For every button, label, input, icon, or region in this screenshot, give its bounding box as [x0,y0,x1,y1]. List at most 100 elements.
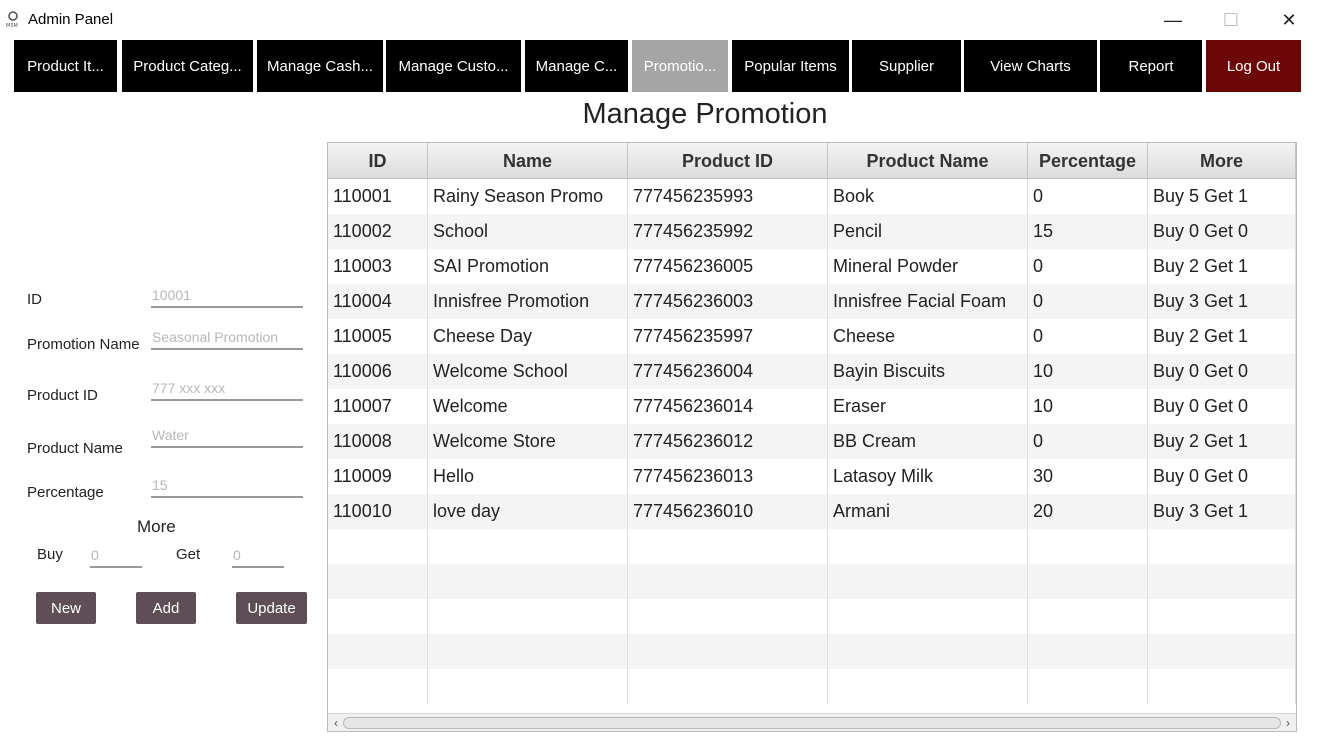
table-row[interactable]: 110002 School 777456235992 Pencil 15 Buy 0 Ge… [328,214,1296,249]
table-cell: 777456236003 [628,284,828,319]
empty-table-cell [428,564,628,599]
empty-table-cell [1028,634,1148,669]
nav-product-items[interactable]: Product It... [14,40,117,92]
table-cell: Innisfree Facial Foam [828,284,1028,319]
table-cell: 110002 [328,214,428,249]
chevron-right-icon[interactable]: › [1281,715,1295,731]
table-row[interactable]: 110006 Welcome School 777456236004 Bayin Bi… [328,354,1296,389]
nav-report[interactable]: Report [1100,40,1202,92]
nav-supplier[interactable]: Supplier [852,40,961,92]
empty-table-cell [1148,634,1296,669]
percentage-field[interactable] [151,474,303,498]
table-cell: 777456236013 [628,459,828,494]
table-cell: Buy 0 Get 0 [1148,214,1296,249]
table-cell: Buy 5 Get 1 [1148,179,1296,214]
table-cell: 110007 [328,389,428,424]
empty-table-cell [428,529,628,564]
empty-table-cell [628,564,828,599]
column-header-name[interactable]: Name [428,143,628,179]
table-cell: 110006 [328,354,428,389]
table-cell: 777456235992 [628,214,828,249]
table-row[interactable]: 110010 love day 777456236010 Armani 20 Buy 3 … [328,494,1296,529]
table-cell: Buy 2 Get 1 [1148,249,1296,284]
table-cell: Rainy Season Promo [428,179,628,214]
empty-table-cell [1148,669,1296,704]
column-header-percentage[interactable]: Percentage [1028,143,1148,179]
more-label: More [137,517,176,536]
get-field[interactable] [232,544,284,568]
table-cell: Buy 3 Get 1 [1148,284,1296,319]
column-header-product-name[interactable]: Product Name [828,143,1028,179]
table-cell: 0 [1028,249,1148,284]
column-header-more[interactable]: More [1148,143,1296,179]
close-button[interactable]: ✕ [1266,6,1312,34]
table-cell: Buy 3 Get 1 [1148,494,1296,529]
table-row[interactable]: 110001 Rainy Season Promo 777456235993 Book… [328,179,1296,214]
table-cell: 777456236005 [628,249,828,284]
buy-label: Buy [37,546,63,563]
product-id-field[interactable] [151,377,303,401]
table-row[interactable]: 110008 Welcome Store 777456236012 BB Cream 0… [328,424,1296,459]
empty-table-cell [328,669,428,704]
table-cell: School [428,214,628,249]
promotion-name-field[interactable] [151,326,303,350]
nav-manage-customer[interactable]: Manage Custo... [386,40,521,92]
product-name-field[interactable] [151,424,303,448]
empty-table-cell [428,634,628,669]
table-row[interactable]: 110009 Hello 777456236013 Latasoy Milk 30 Buy… [328,459,1296,494]
table-cell: 777456236014 [628,389,828,424]
table-cell: 15 [1028,214,1148,249]
empty-table-cell [328,599,428,634]
new-button[interactable]: New [36,592,96,624]
table-cell: Buy 0 Get 0 [1148,459,1296,494]
logout-button[interactable]: Log Out [1206,40,1301,92]
update-button[interactable]: Update [236,592,307,624]
promotion-table[interactable]: ID Name Product ID Product Name Percenta… [327,142,1297,732]
scrollbar-thumb[interactable] [343,717,1281,729]
table-row[interactable]: 110005 Cheese Day 777456235997 Cheese 0 Buy 2… [328,319,1296,354]
table-cell: love day [428,494,628,529]
table-cell: 110010 [328,494,428,529]
empty-table-row [328,529,1296,564]
promotion-name-label: Promotion Name [27,336,140,353]
empty-table-row [328,634,1296,669]
empty-table-cell [828,564,1028,599]
table-cell: 110009 [328,459,428,494]
table-cell: Buy 2 Get 1 [1148,319,1296,354]
table-cell: Armani [828,494,1028,529]
table-cell: Mineral Powder [828,249,1028,284]
window-title: Admin Panel [28,11,114,28]
table-row[interactable]: 110004 Innisfree Promotion 777456236003 Inn… [328,284,1296,319]
nav-popular-items[interactable]: Popular Items [732,40,849,92]
table-cell: Eraser [828,389,1028,424]
empty-table-cell [828,599,1028,634]
id-label: ID [27,291,42,308]
buy-field[interactable] [90,544,142,568]
table-cell: Innisfree Promotion [428,284,628,319]
nav-view-charts[interactable]: View Charts [964,40,1097,92]
horizontal-scrollbar[interactable]: ‹ › [328,713,1296,731]
table-cell: 20 [1028,494,1148,529]
table-row[interactable]: 110003 SAI Promotion 777456236005 Mineral P… [328,249,1296,284]
table-cell: 110008 [328,424,428,459]
nav-manage-cashier[interactable]: Manage Cash... [257,40,383,92]
nav-promotion[interactable]: Promotio... [632,40,728,92]
minimize-button[interactable]: — [1150,6,1196,34]
chevron-left-icon[interactable]: ‹ [329,715,343,731]
column-header-product-id[interactable]: Product ID [628,143,828,179]
table-row[interactable]: 110007 Welcome 777456236014 Eraser 10 Buy 0 G… [328,389,1296,424]
table-cell: Buy 0 Get 0 [1148,354,1296,389]
nav-product-category[interactable]: Product Categ... [122,40,253,92]
table-cell: Cheese Day [428,319,628,354]
maximize-button[interactable]: ☐ [1208,6,1254,34]
add-button[interactable]: Add [136,592,196,624]
table-cell: SAI Promotion [428,249,628,284]
empty-table-row [328,564,1296,599]
empty-table-cell [1148,564,1296,599]
empty-table-cell [828,634,1028,669]
column-header-id[interactable]: ID [328,143,428,179]
table-cell: 777456236004 [628,354,828,389]
id-field[interactable] [151,284,303,308]
nav-manage-c[interactable]: Manage C... [525,40,628,92]
empty-table-cell [1148,599,1296,634]
